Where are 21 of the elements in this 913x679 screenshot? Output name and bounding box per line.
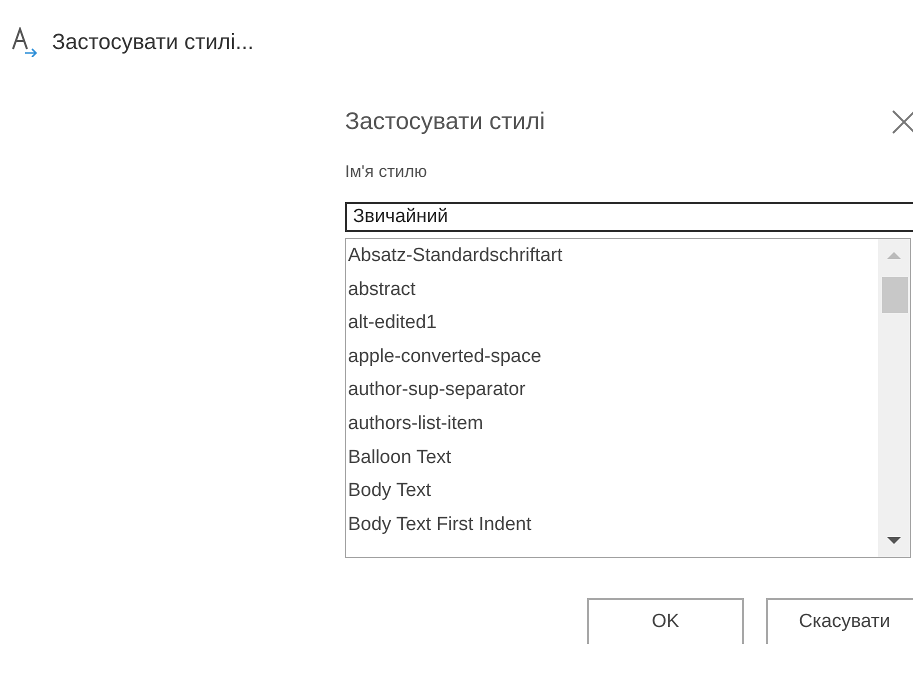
list-item[interactable]: abstract	[346, 272, 878, 306]
dialog-title: Застосувати стилі	[345, 108, 546, 136]
list-item[interactable]: alt-edited1	[346, 306, 878, 340]
text-style-icon	[12, 27, 38, 57]
apply-styles-menu-item[interactable]: Застосувати стилі...	[52, 29, 254, 55]
close-icon[interactable]	[891, 109, 913, 135]
dialog-button[interactable]: Скасувати	[766, 598, 913, 644]
list-item[interactable]: author-sup-separator	[346, 373, 878, 407]
scrollbar[interactable]	[878, 239, 910, 557]
dialog-button[interactable]: OK	[587, 598, 744, 644]
scroll-down-icon[interactable]	[887, 537, 901, 545]
list-item[interactable]: Absatz-Standardschriftart	[346, 239, 878, 273]
scroll-up-icon[interactable]	[887, 251, 901, 259]
field-label: Ім'я стилю	[345, 162, 428, 182]
list-item[interactable]: Body Text First Indent	[346, 508, 878, 542]
list-item[interactable]: Balloon Text	[346, 440, 878, 474]
list-item[interactable]: authors-list-item	[346, 406, 878, 441]
list-item[interactable]: Body Text	[346, 474, 878, 508]
list-item[interactable]: apple-converted-space	[346, 340, 878, 374]
style-name-field[interactable]: Звичайний	[345, 202, 913, 232]
scroll-thumb[interactable]	[882, 277, 908, 313]
